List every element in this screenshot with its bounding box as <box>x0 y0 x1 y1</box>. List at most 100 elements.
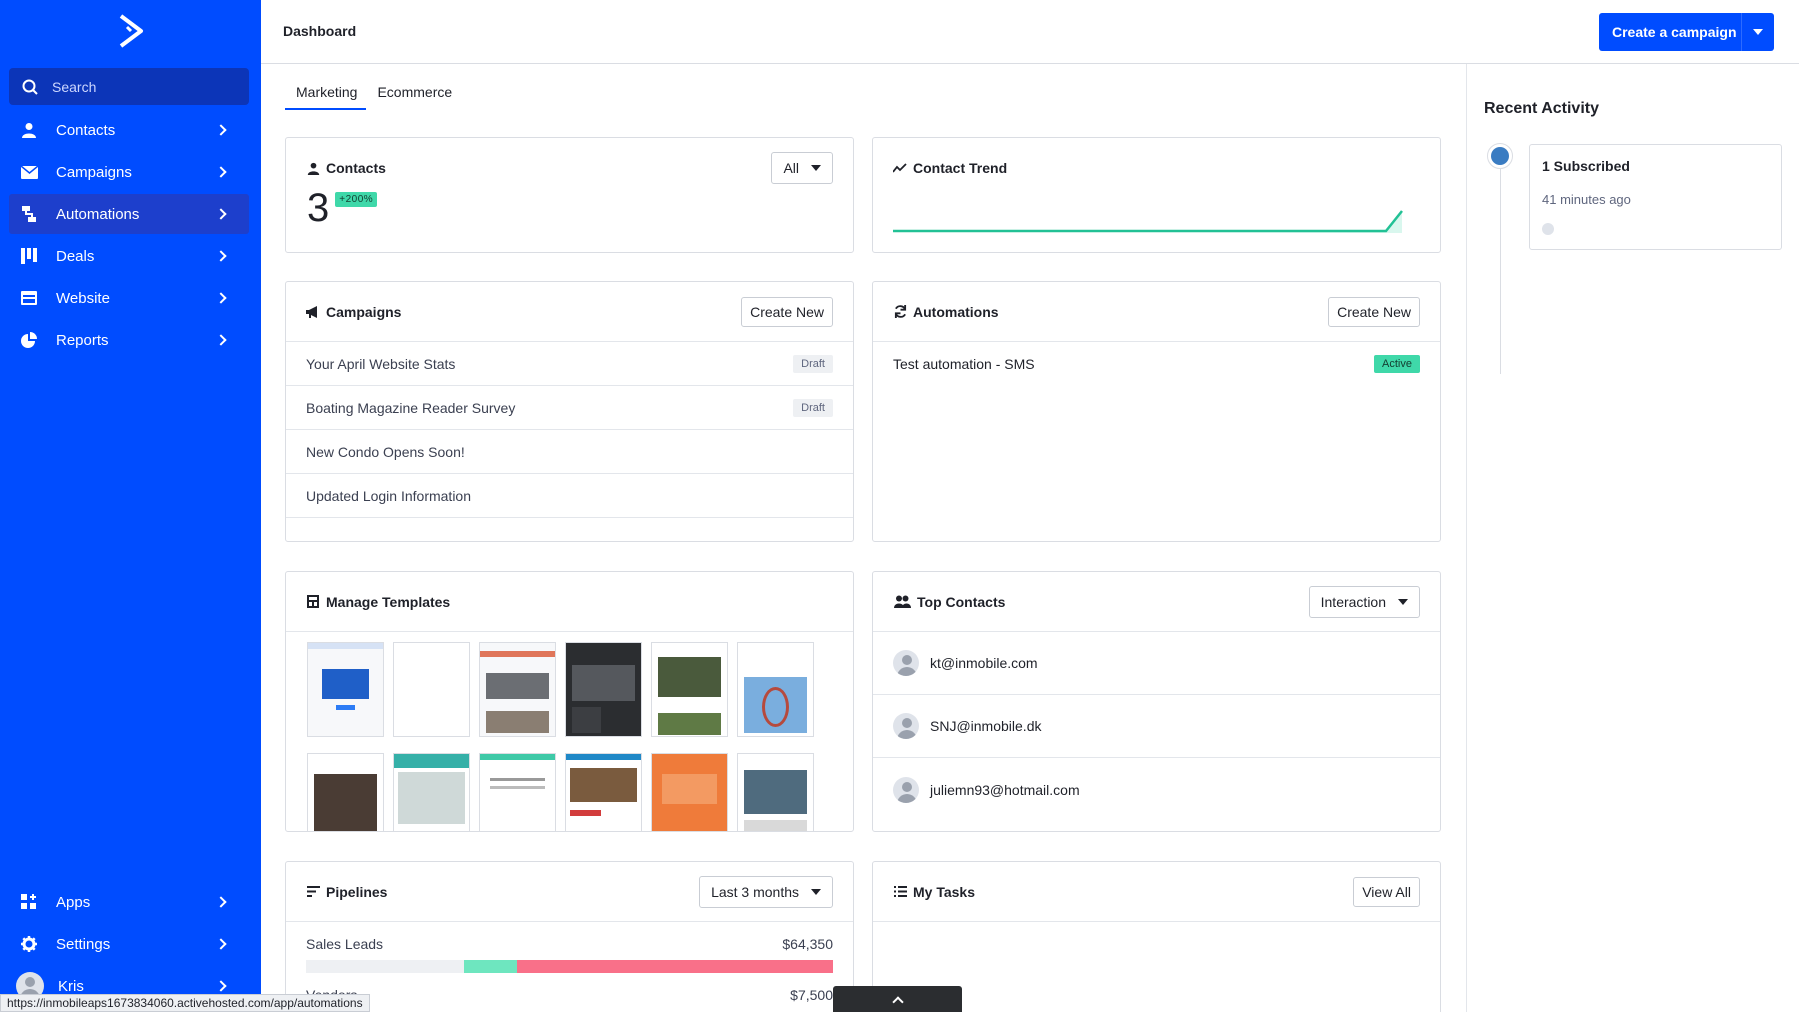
sidebar-item-label: Deals <box>56 247 95 265</box>
automations-card-header: Automations Create New <box>873 282 1440 342</box>
create-new-automation-button[interactable]: Create New <box>1328 296 1420 327</box>
list-icon <box>893 885 907 899</box>
templates-card-header: Manage Templates <box>286 572 853 632</box>
template-thumbnail[interactable] <box>307 642 384 737</box>
contact-row[interactable]: juliemn93@hotmail.com <box>873 758 1440 821</box>
campaign-row[interactable]: Boating Magazine Reader Survey Draft <box>286 386 853 430</box>
chevron-right-icon <box>215 334 227 346</box>
template-thumbnail[interactable] <box>307 753 384 831</box>
contacts-filter-select[interactable]: All <box>771 152 833 184</box>
pie-chart-icon <box>20 331 38 349</box>
sidebar-item-website[interactable]: Website <box>9 278 249 318</box>
activity-title: 1 Subscribed <box>1542 158 1630 174</box>
campaign-name: New Condo Opens Soon! <box>306 443 465 460</box>
create-campaign-dropdown[interactable] <box>1742 29 1774 35</box>
campaign-name: Boating Magazine Reader Survey <box>306 399 516 416</box>
activecampaign-logo[interactable] <box>117 14 145 48</box>
chevron-right-icon <box>215 250 227 262</box>
gear-icon <box>20 935 38 953</box>
template-thumbnail[interactable] <box>737 753 814 831</box>
sidebar-item-label: Reports <box>56 331 109 349</box>
grid-plus-icon <box>20 893 38 911</box>
sidebar-item-settings[interactable]: Settings <box>9 924 249 964</box>
pipeline-name: Vendors <box>306 987 790 1003</box>
contact-trend-card: Contact Trend <box>872 137 1441 253</box>
top-header: Dashboard Create a campaign <box>261 0 1799 64</box>
envelope-icon <box>20 163 38 181</box>
automation-row[interactable]: Test automation - SMS Active <box>873 342 1440 386</box>
bar-segment <box>517 960 833 973</box>
sidebar-item-automations[interactable]: Automations <box>9 194 249 234</box>
tab-ecommerce[interactable]: Ecommerce <box>366 82 461 110</box>
chevron-right-icon <box>215 166 227 178</box>
sidebar-item-apps[interactable]: Apps <box>9 882 249 922</box>
sidebar-item-reports[interactable]: Reports <box>9 320 249 360</box>
user-name: Kris <box>58 977 84 995</box>
campaign-row[interactable]: New Condo Opens Soon! <box>286 430 853 474</box>
bar-segment <box>306 960 464 973</box>
template-thumbnail[interactable] <box>565 753 642 831</box>
create-campaign-button[interactable]: Create a campaign <box>1599 13 1774 51</box>
contact-trend-title: Contact Trend <box>913 160 1008 176</box>
template-thumbnail[interactable] <box>565 642 642 737</box>
recent-activity-panel: Recent Activity 1 Subscribed 41 minutes … <box>1466 64 1799 1012</box>
search-placeholder: Search <box>52 78 97 95</box>
pipeline-stage-bar <box>306 960 833 973</box>
template-thumbnail[interactable] <box>479 753 556 831</box>
contact-row[interactable]: kt@inmobile.com <box>873 632 1440 695</box>
template-thumbnail[interactable] <box>651 642 728 737</box>
status-badge: Draft <box>793 354 833 373</box>
pipeline-value: $64,350 <box>782 936 833 952</box>
contacts-card-title: Contacts <box>326 160 386 176</box>
pipelines-filter-value: Last 3 months <box>711 883 799 900</box>
bar-segment <box>464 960 517 973</box>
template-thumbnail[interactable] <box>479 642 556 737</box>
automation-icon <box>20 205 38 223</box>
contact-mini-avatar <box>1542 223 1554 235</box>
sidebar-item-contacts[interactable]: Contacts <box>9 110 249 150</box>
sidebar-item-label: Campaigns <box>56 163 132 181</box>
sidebar: Search Contacts Campaigns Automations De… <box>0 0 261 1012</box>
top-contacts-header: Top Contacts Interaction <box>873 572 1440 632</box>
template-thumbnail[interactable] <box>393 753 470 831</box>
template-thumbnail[interactable] <box>393 642 470 737</box>
contact-trend-header: Contact Trend <box>873 138 1440 198</box>
top-contacts-filter-select[interactable]: Interaction <box>1308 585 1420 618</box>
caret-down-icon <box>1398 598 1408 605</box>
caret-down-icon <box>811 888 821 895</box>
tasks-card-title: My Tasks <box>913 883 975 900</box>
contact-avatar <box>893 650 919 676</box>
pipeline-row[interactable]: Vendors $7,500 <box>306 987 833 1003</box>
campaigns-card-header: Campaigns Create New <box>286 282 853 342</box>
contact-row[interactable]: SNJ@inmobile.dk <box>873 695 1440 758</box>
top-contacts-card: Top Contacts Interaction kt@inmobile.com… <box>872 571 1441 832</box>
view-all-tasks-button[interactable]: View All <box>1353 876 1420 907</box>
tasks-card-header: My Tasks View All <box>873 862 1440 922</box>
chevron-up-icon <box>891 995 904 1008</box>
template-icon <box>306 595 320 609</box>
pipelines-card: Pipelines Last 3 months Sales Leads $64,… <box>285 861 854 1012</box>
automations-card: Automations Create New Test automation -… <box>872 281 1441 542</box>
sidebar-item-campaigns[interactable]: Campaigns <box>9 152 249 192</box>
chevron-right-icon <box>215 938 227 950</box>
browser-icon <box>20 289 38 307</box>
contact-email: juliemn93@hotmail.com <box>930 781 1080 798</box>
template-thumbnail[interactable] <box>651 753 728 831</box>
create-new-campaign-button[interactable]: Create New <box>741 296 833 327</box>
pipelines-filter-select[interactable]: Last 3 months <box>699 875 833 908</box>
template-thumbnail[interactable] <box>737 642 814 737</box>
tab-marketing[interactable]: Marketing <box>285 82 367 110</box>
pipeline-row[interactable]: Sales Leads $64,350 <box>306 936 833 952</box>
search-input[interactable]: Search <box>9 68 249 105</box>
campaign-row[interactable]: Updated Login Information <box>286 474 853 518</box>
sort-lines-icon <box>306 885 320 899</box>
sidebar-item-deals[interactable]: Deals <box>9 236 249 276</box>
activity-item[interactable]: 1 Subscribed 41 minutes ago <box>1529 144 1782 250</box>
campaign-row[interactable]: Your April Website Stats Draft <box>286 342 853 386</box>
scroll-to-top-button[interactable] <box>833 986 962 1012</box>
pipeline-icon <box>20 247 38 265</box>
person-icon <box>20 121 38 139</box>
campaigns-card: Campaigns Create New Your April Website … <box>285 281 854 542</box>
caret-down-icon <box>811 165 821 171</box>
sidebar-item-label: Automations <box>56 205 140 223</box>
